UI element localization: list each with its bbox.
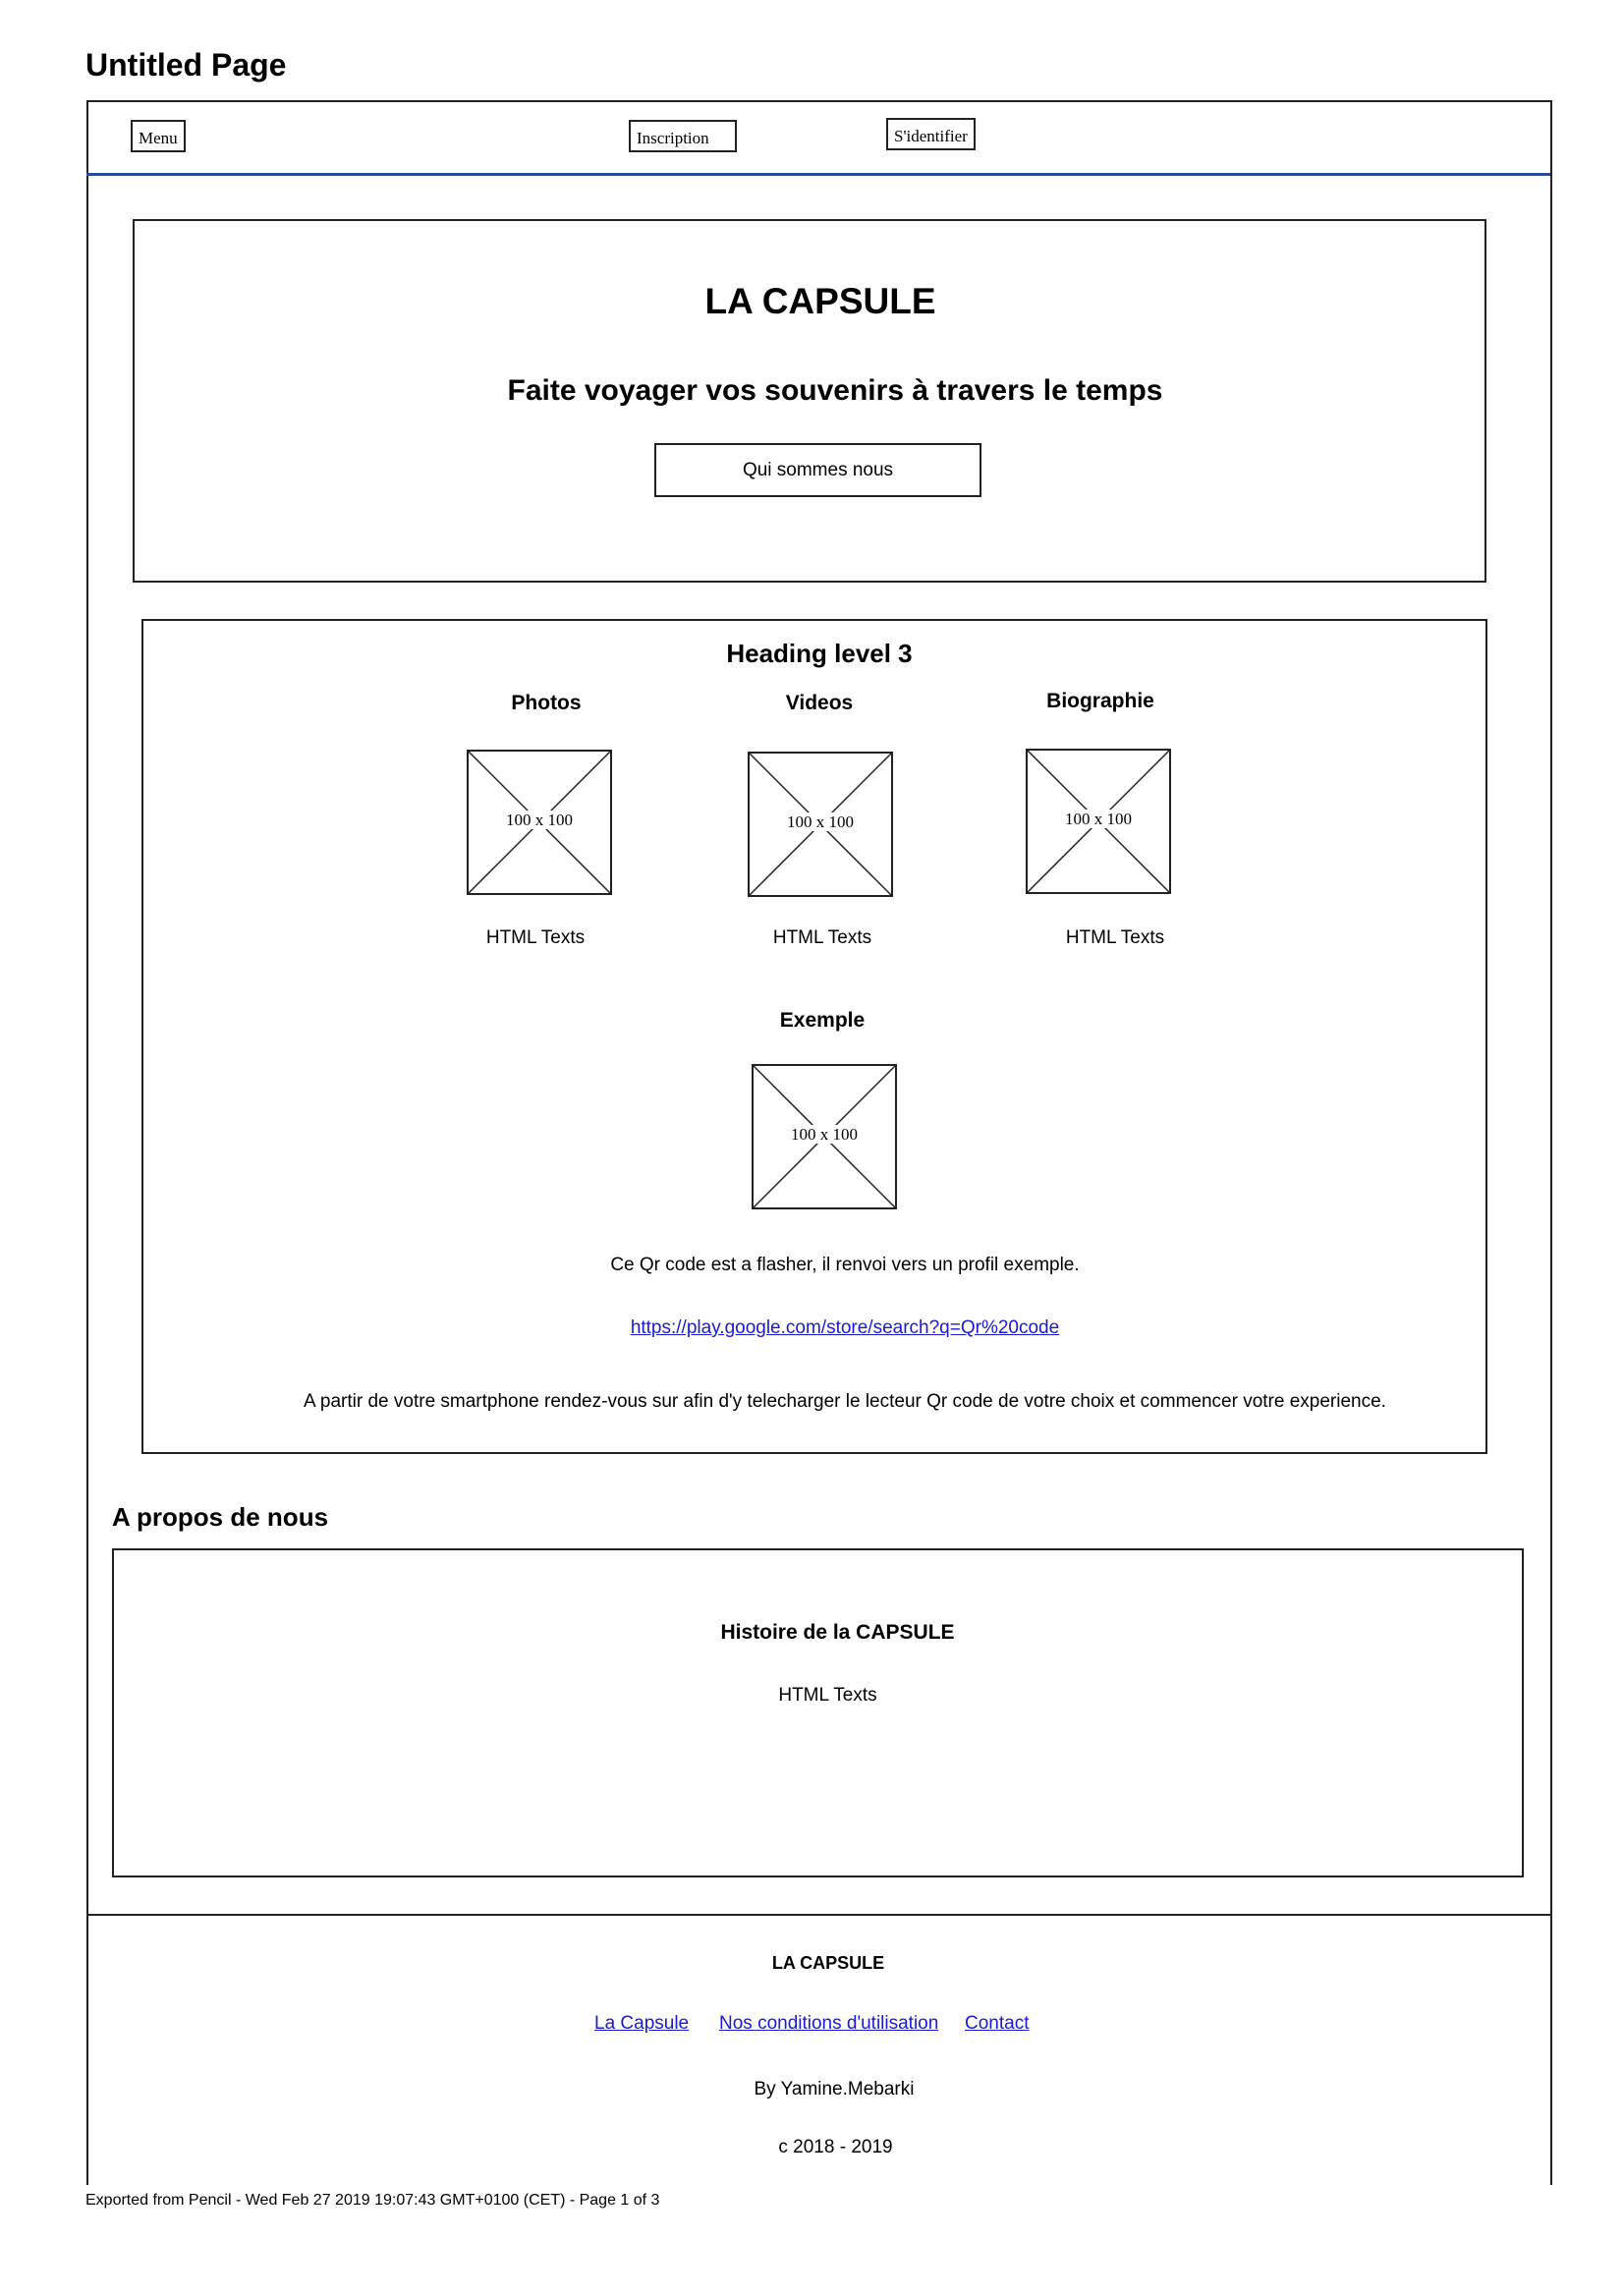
footer-link-contact[interactable]: Contact <box>965 2013 1029 2034</box>
about-section <box>112 1548 1524 1877</box>
photos-image-placeholder: 100 x 100 <box>467 750 612 895</box>
biographie-text: HTML Texts <box>1065 927 1165 948</box>
photos-text: HTML Texts <box>485 927 586 948</box>
example-title: Exemple <box>779 1009 866 1032</box>
qr-instructions: A partir de votre smartphone rendez-vous… <box>304 1391 1386 1412</box>
videos-text: HTML Texts <box>772 927 872 948</box>
page-title: Untitled Page <box>85 47 287 83</box>
hero-subtitle: Faite voyager vos souvenirs à travers le… <box>507 374 1163 407</box>
footer-brand: LA CAPSULE <box>771 1953 885 1973</box>
footer-copyright: c 2018 - 2019 <box>778 2137 893 2157</box>
biographie-title: Biographie <box>1046 690 1154 712</box>
footer-link-la-capsule[interactable]: La Capsule <box>594 2013 689 2034</box>
inscription-button[interactable]: Inscription <box>629 120 737 152</box>
export-note: Exported from Pencil - Wed Feb 27 2019 1… <box>85 2192 660 2209</box>
hero-title: LA CAPSULE <box>704 281 936 321</box>
biographie-image-placeholder: 100 x 100 <box>1026 749 1171 894</box>
photos-title: Photos <box>511 692 582 714</box>
image-size-label: 100 x 100 <box>785 812 856 831</box>
videos-title: Videos <box>785 692 854 714</box>
image-size-label: 100 x 100 <box>789 1125 860 1144</box>
image-size-label: 100 x 100 <box>504 811 575 829</box>
section-heading: Heading level 3 <box>726 639 913 668</box>
qr-caption: Ce Qr code est a flasher, il renvoi vers… <box>610 1255 1080 1275</box>
about-title: Histoire de la CAPSULE <box>720 1621 955 1644</box>
footer-author: By Yamine.Mebarki <box>754 2079 915 2100</box>
videos-image-placeholder: 100 x 100 <box>748 752 893 897</box>
qr-code-placeholder: 100 x 100 <box>752 1064 897 1209</box>
image-size-label: 100 x 100 <box>1063 810 1134 828</box>
qr-reader-link[interactable]: https://play.google.com/store/search?q=Q… <box>631 1317 1059 1338</box>
footer-divider <box>86 1914 1550 1916</box>
nav-divider <box>86 173 1550 176</box>
footer-link-conditions[interactable]: Nos conditions d'utilisation <box>719 2013 938 2034</box>
about-text: HTML Texts <box>778 1685 877 1706</box>
menu-button[interactable]: Menu <box>131 120 186 152</box>
about-heading: A propos de nous <box>112 1502 329 1532</box>
login-button[interactable]: S'identifier <box>886 118 976 150</box>
who-are-we-button[interactable]: Qui sommes nous <box>654 443 981 497</box>
